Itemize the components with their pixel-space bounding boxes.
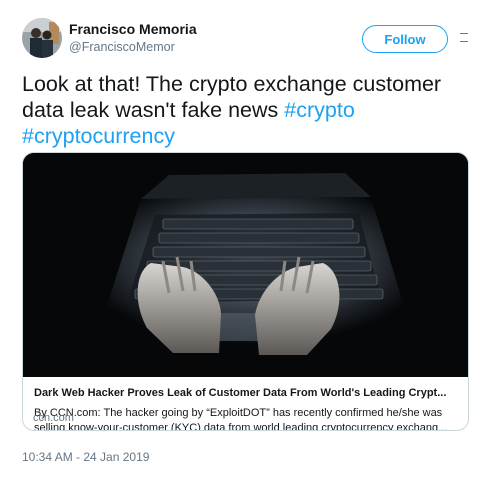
card-description: By CCN.com: The hacker going by “Exploit… (34, 407, 448, 431)
hashtag-cryptocurrency[interactable]: #cryptocurrency (22, 124, 175, 148)
tweet-text: Look at that! The crypto exchange custom… (22, 71, 482, 149)
avatar[interactable] (22, 18, 62, 58)
tweet: Francisco Memoria @FranciscoMemor Follow… (0, 0, 499, 496)
link-card[interactable]: Dark Web Hacker Proves Leak of Customer … (22, 152, 469, 431)
hashtag-crypto[interactable]: #crypto (284, 98, 355, 122)
author-handle[interactable]: @FranciscoMemor (69, 40, 175, 54)
author-name[interactable]: Francisco Memoria (69, 21, 197, 37)
tweet-timestamp[interactable]: 10:34 AM - 24 Jan 2019 (22, 450, 149, 464)
card-domain: ccn.com (33, 412, 74, 424)
tweet-text-body: Look at that! The crypto exchange custom… (22, 72, 442, 122)
follow-button[interactable]: Follow (362, 25, 448, 53)
avatar-photo-icon (22, 18, 62, 58)
laptop-keyboard-image-icon (23, 153, 468, 377)
chevron-down-icon[interactable] (459, 31, 469, 43)
card-image (23, 153, 468, 377)
follow-button-label: Follow (384, 31, 426, 47)
card-title[interactable]: Dark Web Hacker Proves Leak of Customer … (34, 387, 459, 399)
card-body: Dark Web Hacker Proves Leak of Customer … (23, 377, 468, 431)
